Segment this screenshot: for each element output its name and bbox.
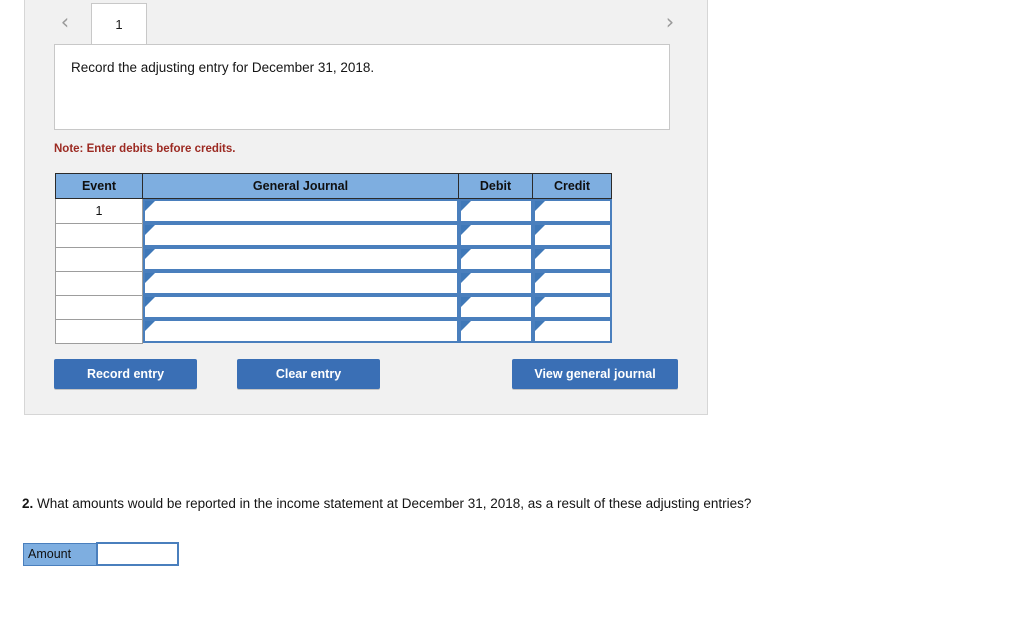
- journal-entry-panel: ‹ 1 › Record the adjusting entry for Dec…: [24, 0, 708, 415]
- tab-1-label: 1: [115, 16, 123, 32]
- event-cell: [55, 271, 143, 296]
- table-row: [55, 223, 612, 248]
- column-header-general-journal: General Journal: [142, 173, 459, 199]
- credit-input-wrapper[interactable]: [532, 199, 612, 223]
- journal-cell: [143, 319, 459, 343]
- credit-input-1[interactable]: [543, 226, 608, 244]
- credit-input-0[interactable]: [543, 202, 608, 220]
- debit-input-wrapper[interactable]: [458, 271, 533, 295]
- debit-input-wrapper[interactable]: [458, 223, 533, 247]
- prompt-box: Record the adjusting entry for December …: [54, 44, 670, 130]
- debit-input-wrapper[interactable]: [458, 319, 533, 343]
- debit-input-3[interactable]: [469, 274, 529, 292]
- chevron-right-icon[interactable]: ›: [656, 8, 684, 36]
- journal-input-wrapper[interactable]: [143, 223, 459, 247]
- credit-cell: [532, 247, 612, 271]
- amount-input-cell[interactable]: [95, 542, 179, 566]
- record-entry-button[interactable]: Record entry: [54, 359, 197, 389]
- debit-input-wrapper[interactable]: [458, 247, 533, 271]
- credit-input-5[interactable]: [543, 322, 608, 340]
- debit-cell: [458, 199, 533, 223]
- journal-input-wrapper[interactable]: [143, 199, 459, 223]
- clear-entry-button[interactable]: Clear entry: [237, 359, 380, 389]
- credit-input-wrapper[interactable]: [532, 247, 612, 271]
- debit-input-1[interactable]: [469, 226, 529, 244]
- table-row: [55, 319, 612, 344]
- question-2-text: 2. What amounts would be reported in the…: [22, 496, 751, 511]
- table-row: [55, 295, 612, 320]
- credit-cell: [532, 319, 612, 343]
- credit-input-wrapper[interactable]: [532, 223, 612, 247]
- credit-input-wrapper[interactable]: [532, 295, 612, 319]
- column-header-debit: Debit: [458, 173, 533, 199]
- credit-cell: [532, 271, 612, 295]
- table-row: [55, 271, 612, 296]
- amount-input[interactable]: [106, 545, 175, 563]
- column-header-event: Event: [55, 173, 143, 199]
- question-2-body: What amounts would be reported in the in…: [33, 496, 752, 511]
- journal-input-wrapper[interactable]: [143, 271, 459, 295]
- journal-input-wrapper[interactable]: [143, 295, 459, 319]
- debit-cell: [458, 247, 533, 271]
- credit-cell: [532, 223, 612, 247]
- event-cell: 1: [55, 198, 143, 224]
- event-cell: [55, 295, 143, 320]
- journal-input-1[interactable]: [154, 226, 455, 244]
- credit-cell: [532, 199, 612, 223]
- table-row: 1: [55, 198, 612, 224]
- chevron-left-icon[interactable]: ‹: [51, 8, 79, 36]
- debit-cell: [458, 271, 533, 295]
- journal-input-4[interactable]: [154, 298, 455, 316]
- debit-input-0[interactable]: [469, 202, 529, 220]
- amount-row: Amount: [23, 542, 179, 566]
- journal-input-3[interactable]: [154, 274, 455, 292]
- credit-input-2[interactable]: [543, 250, 608, 268]
- journal-cell: [143, 199, 459, 223]
- debit-cell: [458, 319, 533, 343]
- journal-input-2[interactable]: [154, 250, 455, 268]
- amount-table: Amount: [23, 542, 179, 566]
- journal-cell: [143, 247, 459, 271]
- credit-input-3[interactable]: [543, 274, 608, 292]
- credit-input-4[interactable]: [543, 298, 608, 316]
- debit-input-wrapper[interactable]: [458, 199, 533, 223]
- debit-input-2[interactable]: [469, 250, 529, 268]
- journal-cell: [143, 223, 459, 247]
- question-2-number: 2.: [22, 496, 34, 511]
- journal-input-wrapper[interactable]: [143, 319, 459, 343]
- debit-input-wrapper[interactable]: [458, 295, 533, 319]
- event-cell: [55, 247, 143, 272]
- tab-1[interactable]: 1: [91, 3, 147, 44]
- debit-input-4[interactable]: [469, 298, 529, 316]
- credit-cell: [532, 295, 612, 319]
- event-cell: [55, 223, 143, 248]
- table-row: [55, 247, 612, 272]
- debit-cell: [458, 295, 533, 319]
- journal-input-0[interactable]: [154, 202, 455, 220]
- debit-cell: [458, 223, 533, 247]
- journal-cell: [143, 295, 459, 319]
- table-header-row: Event General Journal Debit Credit: [55, 173, 612, 199]
- amount-label: Amount: [23, 542, 97, 566]
- general-journal-table: Event General Journal Debit Credit 1: [55, 173, 612, 344]
- event-cell: [55, 319, 143, 344]
- debit-input-5[interactable]: [469, 322, 529, 340]
- credit-input-wrapper[interactable]: [532, 319, 612, 343]
- journal-cell: [143, 271, 459, 295]
- credit-input-wrapper[interactable]: [532, 271, 612, 295]
- debits-before-credits-note: Note: Enter debits before credits.: [54, 143, 236, 155]
- tab-strip: ‹ 1 ›: [25, 0, 707, 44]
- prompt-text: Record the adjusting entry for December …: [71, 60, 375, 75]
- journal-input-wrapper[interactable]: [143, 247, 459, 271]
- column-header-credit: Credit: [532, 173, 612, 199]
- view-general-journal-button[interactable]: View general journal: [512, 359, 678, 389]
- journal-input-5[interactable]: [154, 322, 455, 340]
